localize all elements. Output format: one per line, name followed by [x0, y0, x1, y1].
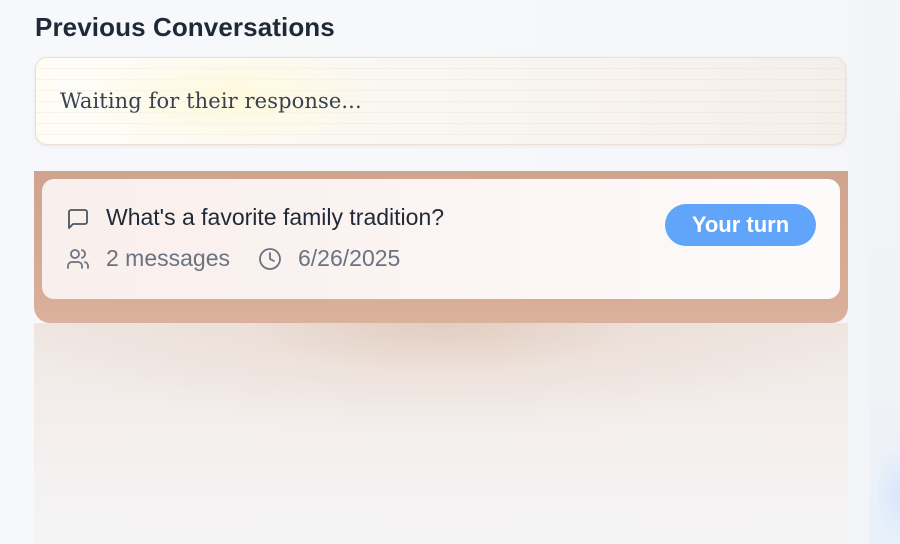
background-decoration: [878, 440, 900, 544]
clock-icon: [259, 248, 281, 270]
users-icon: [67, 249, 89, 269]
conversation-title: What's a favorite family tradition?: [106, 204, 445, 230]
waiting-card: Waiting for their response...: [35, 57, 846, 145]
section-title: Previous Conversations: [35, 12, 335, 42]
adjacent-panel-edge: [870, 0, 900, 544]
your-turn-badge[interactable]: Your turn: [665, 204, 816, 246]
previous-conversations-panel: Previous Conversations Waiting for their…: [0, 0, 900, 544]
list-background-fade: [34, 323, 848, 544]
conversation-date: 6/26/2025: [298, 245, 401, 271]
waiting-status-text: Waiting for their response...: [60, 89, 362, 113]
message-square-icon: [68, 209, 88, 229]
message-count: 2 messages: [106, 245, 231, 271]
conversation-item[interactable]: What's a favorite family tradition? 2 me…: [42, 179, 840, 299]
